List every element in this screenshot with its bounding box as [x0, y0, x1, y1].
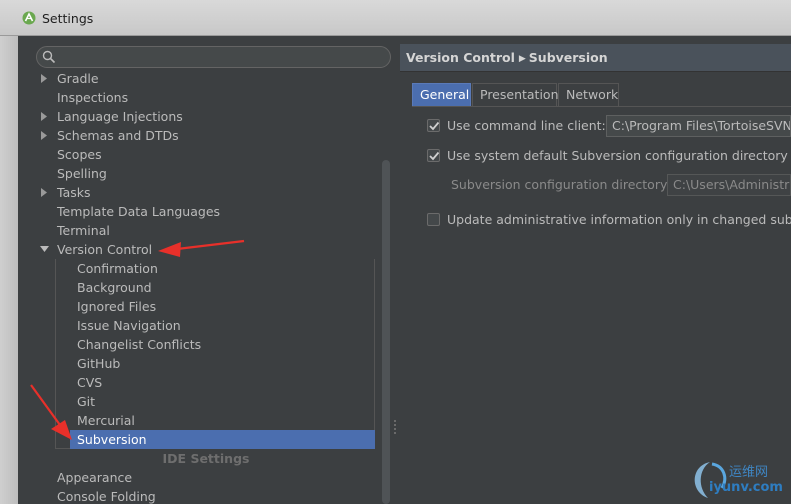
- use-command-line-client-checkbox[interactable]: [427, 119, 440, 132]
- tree-item-spelling[interactable]: Spelling: [57, 164, 107, 183]
- collapse-arrow-icon[interactable]: [40, 240, 49, 259]
- tree-item-gradle[interactable]: Gradle: [57, 69, 99, 88]
- watermark-url: iyunv.com: [709, 480, 783, 495]
- annotation-arrow-icon: [158, 239, 245, 257]
- splitter-handle[interactable]: [394, 418, 397, 436]
- tree-item-git[interactable]: Git: [77, 392, 95, 411]
- tree-item-scopes[interactable]: Scopes: [57, 145, 102, 164]
- config-directory-label: Subversion configuration directory:: [451, 177, 671, 192]
- breadcrumb-current: Subversion: [528, 50, 608, 65]
- use-command-line-client-label[interactable]: Use command line client:: [447, 118, 606, 134]
- ide-settings-section-header: IDE Settings: [162, 451, 250, 466]
- tree-item-template-data-languages[interactable]: Template Data Languages: [57, 202, 220, 221]
- tree-item-issue-navigation[interactable]: Issue Navigation: [77, 316, 181, 335]
- checkmark-icon: [429, 151, 440, 161]
- tree-item-appearance[interactable]: Appearance: [57, 468, 132, 487]
- update-admin-info-label[interactable]: Update administrative information only i…: [447, 212, 791, 228]
- tree-item-tasks[interactable]: Tasks: [57, 183, 91, 202]
- tab-divider: [412, 106, 791, 107]
- tree-item-mercurial[interactable]: Mercurial: [77, 411, 135, 430]
- breadcrumb-separator-icon: ▶: [518, 54, 526, 64]
- android-studio-icon: [22, 11, 36, 25]
- expand-arrow-icon[interactable]: [40, 183, 49, 202]
- expand-arrow-icon[interactable]: [40, 126, 49, 145]
- tree-item-inspections[interactable]: Inspections: [57, 88, 128, 107]
- tree-item-console-folding[interactable]: Console Folding: [57, 487, 156, 504]
- settings-search-input[interactable]: [36, 46, 391, 68]
- window-title: Settings: [42, 11, 94, 26]
- update-admin-info-checkbox[interactable]: [427, 213, 440, 226]
- command-line-client-path-field[interactable]: C:\Program Files\TortoiseSVN\: [606, 115, 791, 137]
- tree-scrollbar[interactable]: [382, 160, 390, 504]
- annotation-arrow-icon: [30, 384, 72, 440]
- tree-item-subversion[interactable]: Subversion: [77, 430, 147, 449]
- expand-arrow-icon[interactable]: [40, 69, 49, 88]
- settings-header: Version Control ▶ Subversion: [400, 44, 791, 72]
- checkmark-icon: [429, 121, 440, 131]
- use-system-default-config-checkbox[interactable]: [427, 149, 440, 162]
- tree-item-ignored-files[interactable]: Ignored Files: [77, 297, 156, 316]
- config-directory-field[interactable]: C:\Users\Administrat: [667, 174, 791, 196]
- tree-item-cvs[interactable]: CVS: [77, 373, 102, 392]
- use-system-default-config-label[interactable]: Use system default Subversion configurat…: [447, 148, 788, 164]
- tab-presentation[interactable]: Presentation: [472, 83, 559, 107]
- expand-arrow-icon[interactable]: [40, 107, 49, 126]
- tree-item-github[interactable]: GitHub: [77, 354, 120, 373]
- tab-network[interactable]: Network: [558, 83, 619, 107]
- watermark-text: 运维网: [729, 465, 769, 480]
- tab-general[interactable]: General: [412, 83, 471, 107]
- tree-item-version-control[interactable]: Version Control: [57, 240, 152, 259]
- breadcrumb: Version Control ▶ Subversion: [406, 50, 608, 65]
- window-titlebar: Settings: [0, 0, 791, 36]
- search-icon: [42, 50, 56, 64]
- window-frame: [0, 36, 18, 504]
- tree-item-language-injections[interactable]: Language Injections: [57, 107, 183, 126]
- breadcrumb-parent: Version Control: [406, 50, 515, 65]
- tree-item-changelist-conflicts[interactable]: Changelist Conflicts: [77, 335, 201, 354]
- tree-item-schemas-and-dtds[interactable]: Schemas and DTDs: [57, 126, 179, 145]
- tree-item-confirmation[interactable]: Confirmation: [77, 259, 158, 278]
- tree-item-background[interactable]: Background: [77, 278, 152, 297]
- tree-item-terminal[interactable]: Terminal: [57, 221, 110, 240]
